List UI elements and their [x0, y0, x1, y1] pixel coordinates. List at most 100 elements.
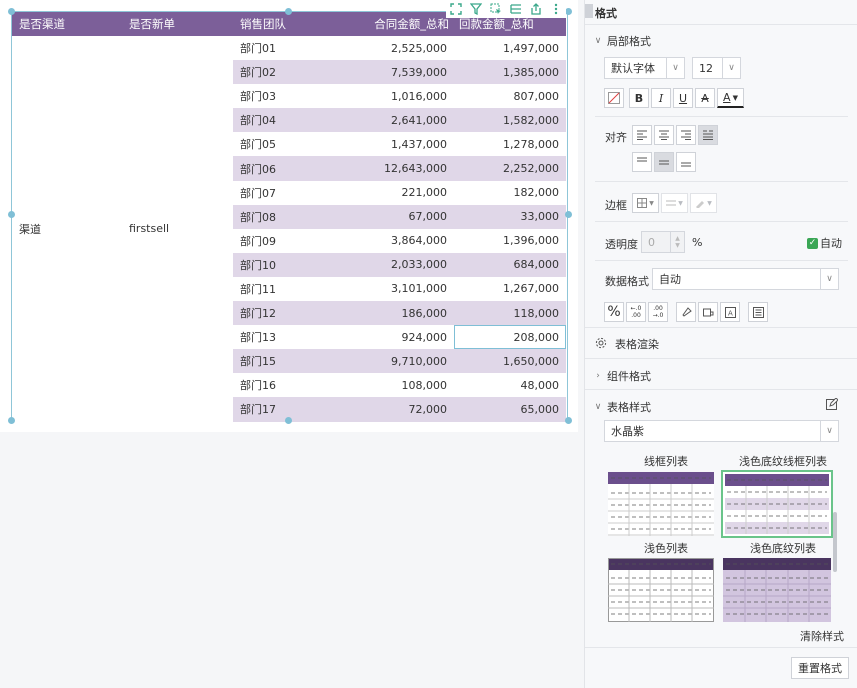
- cell-contract-amount[interactable]: 108,000: [343, 373, 454, 397]
- border-grid-icon[interactable]: ▼: [632, 193, 659, 213]
- italic-button[interactable]: I: [651, 88, 671, 108]
- align-left-icon[interactable]: [632, 125, 652, 145]
- resize-handle[interactable]: [285, 8, 292, 15]
- export-icon[interactable]: [529, 2, 543, 16]
- cell-sales-team[interactable]: 部门13: [233, 325, 343, 349]
- cell-contract-amount[interactable]: 221,000: [343, 181, 454, 205]
- text-box-icon[interactable]: A: [720, 302, 740, 322]
- cell-payment-amount[interactable]: 1,396,000: [454, 229, 566, 253]
- list-icon[interactable]: [509, 2, 523, 16]
- style-thumb-wireframe[interactable]: [608, 472, 714, 536]
- cell-contract-amount[interactable]: 67,000: [343, 204, 454, 229]
- resize-handle[interactable]: [565, 417, 572, 424]
- cell-sales-team[interactable]: 部门01: [233, 36, 343, 60]
- cell-sales-team[interactable]: 部门08: [233, 204, 343, 229]
- edit-icon[interactable]: [826, 397, 839, 413]
- valign-middle-icon[interactable]: [654, 152, 674, 172]
- cell-sales-team[interactable]: 部门16: [233, 373, 343, 397]
- style-thumb-light[interactable]: [608, 558, 714, 622]
- cell-sales-team[interactable]: 部门12: [233, 301, 343, 326]
- cell-sales-team[interactable]: 部门11: [233, 277, 343, 301]
- cell-payment-amount[interactable]: 1,497,000: [454, 36, 566, 60]
- cell-payment-amount[interactable]: 1,650,000: [454, 349, 566, 374]
- cell-contract-amount[interactable]: 2,525,000: [343, 36, 454, 60]
- more-icon[interactable]: [549, 2, 563, 16]
- clear-style-link[interactable]: 清除样式: [800, 628, 844, 644]
- cell-contract-amount[interactable]: 7,539,000: [343, 60, 454, 85]
- cell-contract-amount[interactable]: 72,000: [343, 397, 454, 422]
- bold-button[interactable]: B: [629, 88, 649, 108]
- cell-sales-team[interactable]: 部门03: [233, 84, 343, 108]
- resize-handle[interactable]: [565, 8, 572, 15]
- fill-color-icon[interactable]: [604, 88, 624, 108]
- header-contract-amount[interactable]: 合同金额_总和: [343, 12, 454, 36]
- font-color-button[interactable]: A ▼: [717, 88, 744, 108]
- strikethrough-button[interactable]: A: [695, 88, 715, 108]
- cell-contract-amount[interactable]: 9,710,000: [343, 349, 454, 374]
- style-list-scrollbar[interactable]: [833, 512, 837, 572]
- clear-format-icon[interactable]: [676, 302, 696, 322]
- table-row[interactable]: 渠道 firstsell 部门01 2,525,000 1,497,000: [12, 36, 566, 422]
- cell-payment-amount[interactable]: 1,267,000: [454, 277, 566, 301]
- cell-sales-team[interactable]: 部门05: [233, 132, 343, 156]
- cell-contract-amount[interactable]: 186,000: [343, 301, 454, 326]
- cell-sales-team[interactable]: 部门06: [233, 156, 343, 181]
- font-size-select[interactable]: 12 ∨: [692, 57, 741, 79]
- cell-channel[interactable]: 渠道: [12, 36, 122, 422]
- cell-sales-team[interactable]: 部门10: [233, 252, 343, 277]
- cell-payment-amount[interactable]: 1,385,000: [454, 60, 566, 85]
- cell-payment-amount[interactable]: 208,000: [454, 325, 566, 350]
- border-style-icon[interactable]: ▼: [661, 193, 688, 213]
- cell-payment-amount[interactable]: 118,000: [454, 301, 566, 326]
- cell-contract-amount[interactable]: 2,641,000: [343, 108, 454, 133]
- cell-new-order[interactable]: firstsell: [122, 36, 233, 422]
- cell-contract-amount[interactable]: 3,101,000: [343, 277, 454, 301]
- section-table-render[interactable]: 表格渲染: [595, 336, 659, 352]
- paragraph-icon[interactable]: [748, 302, 768, 322]
- cell-payment-amount[interactable]: 65,000: [454, 397, 566, 422]
- expand-icon[interactable]: [449, 2, 463, 16]
- cell-contract-amount[interactable]: 1,437,000: [343, 132, 454, 156]
- cell-payment-amount[interactable]: 684,000: [454, 252, 566, 277]
- cell-contract-amount[interactable]: 2,033,000: [343, 252, 454, 277]
- resize-handle[interactable]: [8, 8, 15, 15]
- wrap-text-icon[interactable]: [698, 302, 718, 322]
- resize-handle[interactable]: [565, 211, 572, 218]
- resize-handle[interactable]: [285, 417, 292, 424]
- cell-payment-amount[interactable]: 2,252,000: [454, 156, 566, 181]
- table-theme-select[interactable]: 水晶紫 ∨: [604, 420, 839, 442]
- opacity-spinner[interactable]: 0 ▲ ▼: [641, 231, 685, 253]
- section-local-format[interactable]: ∨ 局部格式: [593, 33, 651, 49]
- cell-payment-amount[interactable]: 182,000: [454, 181, 566, 205]
- underline-button[interactable]: U: [673, 88, 693, 108]
- cell-sales-team[interactable]: 部门04: [233, 108, 343, 133]
- reset-format-button[interactable]: 重置格式: [791, 657, 849, 679]
- border-color-icon[interactable]: ▼: [690, 193, 717, 213]
- cell-sales-team[interactable]: 部门15: [233, 349, 343, 374]
- header-sales-team[interactable]: 销售团队: [233, 12, 343, 36]
- auto-checkbox[interactable]: ✓ 自动: [807, 235, 842, 251]
- cell-sales-team[interactable]: 部门09: [233, 229, 343, 253]
- resize-handle[interactable]: [8, 417, 15, 424]
- valign-bottom-icon[interactable]: [676, 152, 696, 172]
- panel-collapse-tab[interactable]: [585, 4, 593, 18]
- align-right-icon[interactable]: [676, 125, 696, 145]
- cell-payment-amount[interactable]: 807,000: [454, 84, 566, 108]
- filter-icon[interactable]: [469, 2, 483, 16]
- cell-payment-amount[interactable]: 1,278,000: [454, 132, 566, 156]
- cell-payment-amount[interactable]: 33,000: [454, 204, 566, 229]
- header-new-order[interactable]: 是否新单: [122, 12, 233, 36]
- increase-decimal-icon[interactable]: .00 →.0: [648, 302, 668, 322]
- data-format-select[interactable]: 自动 ∨: [652, 268, 839, 290]
- cell-sales-team[interactable]: 部门02: [233, 60, 343, 85]
- cell-payment-amount[interactable]: 48,000: [454, 373, 566, 397]
- decrease-decimal-icon[interactable]: ←.0.00: [626, 302, 646, 322]
- percent-button[interactable]: %: [604, 302, 624, 322]
- cell-contract-amount[interactable]: 3,864,000: [343, 229, 454, 253]
- font-family-select[interactable]: 默认字体 ∨: [604, 57, 685, 79]
- select-icon[interactable]: [489, 2, 503, 16]
- style-thumb-shaded-wireframe[interactable]: [721, 470, 833, 538]
- valign-top-icon[interactable]: [632, 152, 652, 172]
- resize-handle[interactable]: [8, 211, 15, 218]
- cell-contract-amount[interactable]: 924,000: [343, 325, 454, 349]
